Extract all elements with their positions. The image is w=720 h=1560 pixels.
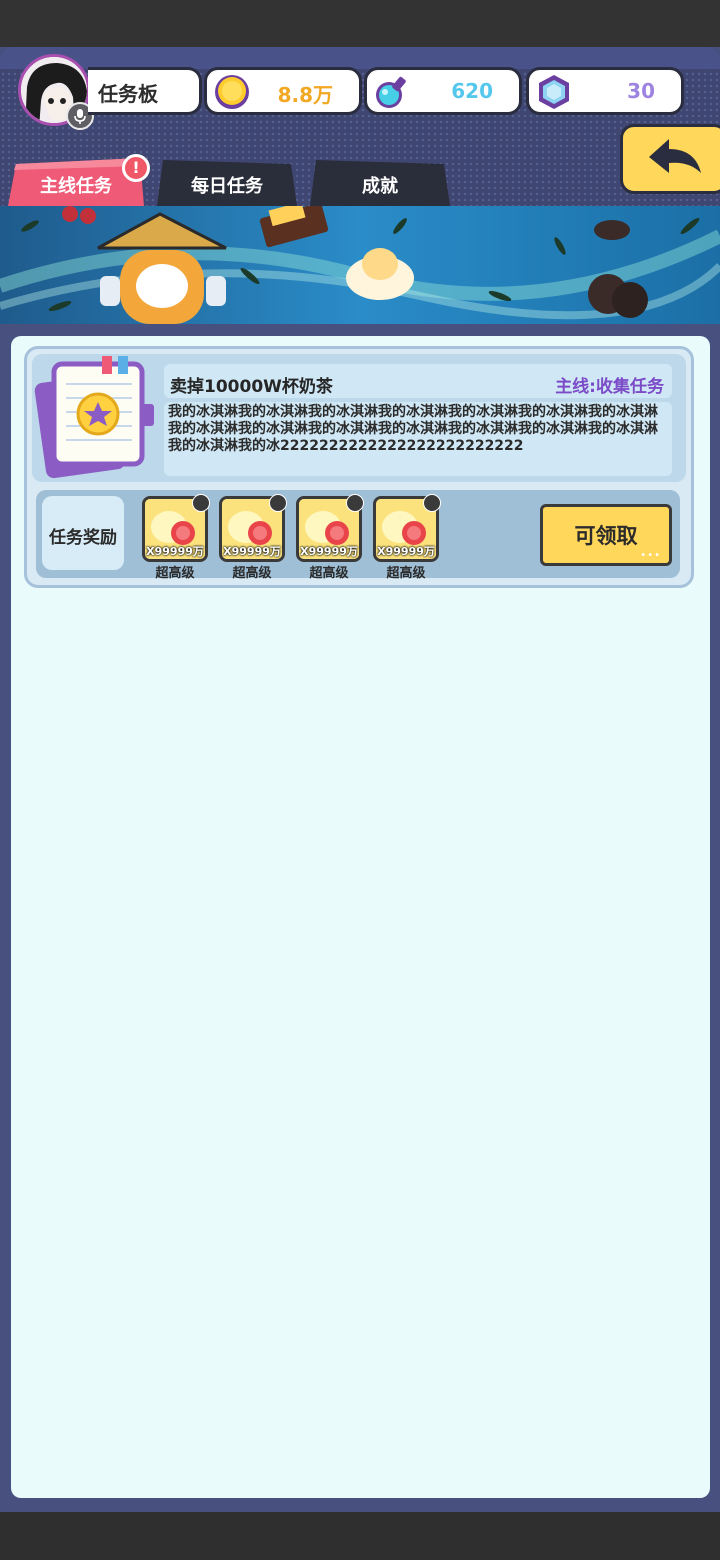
system-nav-bar <box>0 1512 720 1560</box>
gem-resource[interactable]: 30 <box>526 67 684 115</box>
board-title-pill: 任务板 <box>88 67 202 115</box>
reward-label-box: 任务奖励 <box>42 496 124 570</box>
reward-item[interactable]: X99999万 超高级 <box>373 494 441 581</box>
header-top-edge <box>0 47 720 69</box>
back-arrow-icon <box>649 139 701 173</box>
reward-item[interactable]: X99999万 超高级 <box>296 494 364 581</box>
task-description: 我的冰淇淋我的冰淇淋我的冰淇淋我的冰淇淋我的冰淇淋我的冰淇淋我的冰淇淋我的冰淇淋… <box>168 404 658 454</box>
reward-label: 任务奖励 <box>49 528 117 548</box>
tab-daily-quest-label: 每日任务 <box>191 176 263 197</box>
tab-achievement-label: 成就 <box>362 176 398 197</box>
lock-icon <box>192 494 210 512</box>
reward-name: 超高级 <box>232 566 272 581</box>
gold-resource[interactable]: 8.8万 <box>204 67 362 115</box>
reward-quantity: X99999万 <box>223 545 281 558</box>
gem-icon <box>539 75 569 109</box>
tab-daily-quest[interactable]: 每日任务 <box>157 158 297 206</box>
reward-name: 超高级 <box>309 566 349 581</box>
tab-achievement[interactable]: 成就 <box>310 158 450 206</box>
potion-value: 620 <box>451 79 493 103</box>
potion-resource[interactable]: 620 <box>364 67 522 115</box>
claim-button[interactable]: 可领取 ••• <box>540 504 672 566</box>
potion-icon <box>376 76 406 108</box>
task-type-label: 主线:收集任务 <box>555 377 664 397</box>
page-title: 任务板 <box>98 82 158 106</box>
task-notebook-icon <box>34 356 154 479</box>
lock-icon <box>269 494 287 512</box>
lock-icon <box>423 494 441 512</box>
reward-quantity: X99999万 <box>146 545 204 558</box>
reward-item[interactable]: X99999万 超高级 <box>142 494 210 581</box>
reward-quantity: X99999万 <box>377 545 435 558</box>
reward-quantity: X99999万 <box>300 545 358 558</box>
dots-decoration: ••• <box>640 550 661 561</box>
lock-icon <box>346 494 364 512</box>
gold-value: 8.8万 <box>277 83 333 107</box>
gold-coin-icon <box>215 75 249 109</box>
gem-value: 30 <box>627 79 655 103</box>
reward-name: 超高级 <box>386 566 426 581</box>
back-button[interactable] <box>620 124 720 194</box>
claim-button-label: 可领取 <box>574 524 638 548</box>
reward-item[interactable]: X99999万 超高级 <box>219 494 287 581</box>
task-title: 卖掉10000W杯奶茶 <box>170 377 333 397</box>
alert-badge: ! <box>122 154 150 182</box>
banner-illustration <box>0 206 720 324</box>
reward-name: 超高级 <box>155 566 195 581</box>
